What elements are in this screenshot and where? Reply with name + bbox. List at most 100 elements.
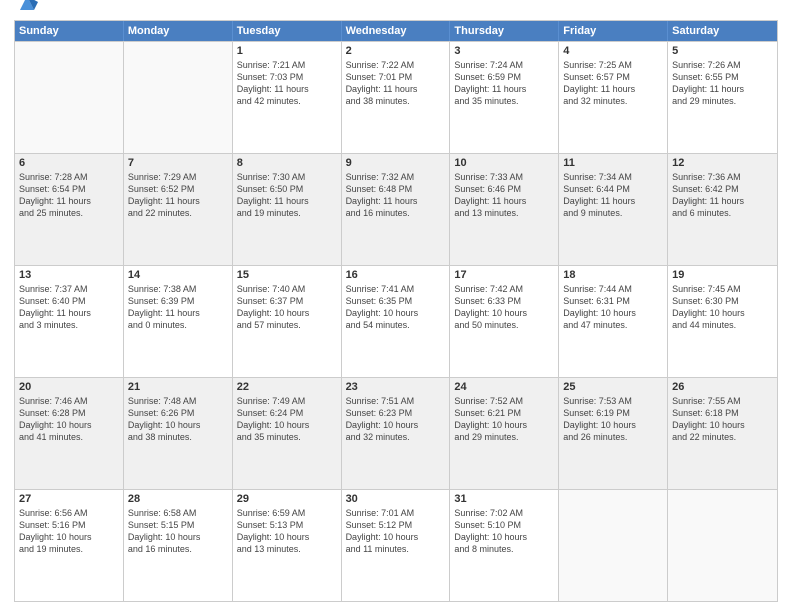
cell-info-line: Daylight: 11 hours (563, 195, 663, 207)
calendar-body: 1Sunrise: 7:21 AMSunset: 7:03 PMDaylight… (15, 41, 777, 601)
cell-info-line: and 9 minutes. (563, 207, 663, 219)
cell-info-line: Sunset: 6:21 PM (454, 407, 554, 419)
header (14, 10, 778, 14)
cell-info-line: and 38 minutes. (346, 95, 446, 107)
day-number: 15 (237, 269, 337, 281)
day-number: 12 (672, 157, 773, 169)
cell-info-line: Sunset: 6:24 PM (237, 407, 337, 419)
cell-info-line: and 47 minutes. (563, 319, 663, 331)
cell-info-line: Daylight: 11 hours (19, 195, 119, 207)
cell-info-line: Sunset: 6:48 PM (346, 183, 446, 195)
cell-info-line: Sunset: 6:39 PM (128, 295, 228, 307)
day-number: 21 (128, 381, 228, 393)
cell-info-line: and 29 minutes. (454, 431, 554, 443)
cell-info-line: Daylight: 10 hours (454, 531, 554, 543)
cell-info-line: Sunrise: 7:42 AM (454, 283, 554, 295)
day-number: 9 (346, 157, 446, 169)
cell-info-line: and 35 minutes. (237, 431, 337, 443)
cell-info-line: Daylight: 10 hours (237, 531, 337, 543)
cell-info-line: Sunrise: 7:49 AM (237, 395, 337, 407)
cell-info-line: and 13 minutes. (237, 543, 337, 555)
cell-info-line: Daylight: 10 hours (563, 307, 663, 319)
cell-info-line: Daylight: 11 hours (346, 83, 446, 95)
cell-info-line: Daylight: 11 hours (454, 83, 554, 95)
cell-info-line: Daylight: 10 hours (346, 419, 446, 431)
cell-info-line: Sunset: 6:57 PM (563, 71, 663, 83)
cell-info-line: Sunrise: 7:41 AM (346, 283, 446, 295)
cell-info-line: Sunrise: 6:56 AM (19, 507, 119, 519)
calendar-day-15: 15Sunrise: 7:40 AMSunset: 6:37 PMDayligh… (233, 266, 342, 377)
cell-info-line: Sunrise: 7:29 AM (128, 171, 228, 183)
day-number: 1 (237, 45, 337, 57)
calendar-day-24: 24Sunrise: 7:52 AMSunset: 6:21 PMDayligh… (450, 378, 559, 489)
cell-info-line: Sunrise: 7:53 AM (563, 395, 663, 407)
cell-info-line: and 54 minutes. (346, 319, 446, 331)
cell-info-line: and 44 minutes. (672, 319, 773, 331)
cell-info-line: and 19 minutes. (237, 207, 337, 219)
cell-info-line: and 22 minutes. (128, 207, 228, 219)
cell-info-line: and 32 minutes. (563, 95, 663, 107)
calendar-day-9: 9Sunrise: 7:32 AMSunset: 6:48 PMDaylight… (342, 154, 451, 265)
cell-info-line: Daylight: 10 hours (19, 419, 119, 431)
cell-info-line: Sunset: 6:46 PM (454, 183, 554, 195)
cell-info-line: Sunrise: 7:28 AM (19, 171, 119, 183)
calendar-day-11: 11Sunrise: 7:34 AMSunset: 6:44 PMDayligh… (559, 154, 668, 265)
logo-icon (16, 0, 38, 14)
calendar-day-3: 3Sunrise: 7:24 AMSunset: 6:59 PMDaylight… (450, 42, 559, 153)
cell-info-line: Sunset: 6:35 PM (346, 295, 446, 307)
cell-info-line: Sunset: 7:01 PM (346, 71, 446, 83)
calendar-day-23: 23Sunrise: 7:51 AMSunset: 6:23 PMDayligh… (342, 378, 451, 489)
calendar-day-5: 5Sunrise: 7:26 AMSunset: 6:55 PMDaylight… (668, 42, 777, 153)
cell-info-line: and 11 minutes. (346, 543, 446, 555)
cell-info-line: and 38 minutes. (128, 431, 228, 443)
cell-info-line: Sunset: 5:16 PM (19, 519, 119, 531)
cell-info-line: Daylight: 11 hours (237, 195, 337, 207)
cell-info-line: Sunrise: 7:45 AM (672, 283, 773, 295)
weekday-header-tuesday: Tuesday (233, 21, 342, 41)
cell-info-line: and 32 minutes. (346, 431, 446, 443)
cell-info-line: Sunrise: 7:38 AM (128, 283, 228, 295)
cell-info-line: Daylight: 10 hours (128, 419, 228, 431)
weekday-header-wednesday: Wednesday (342, 21, 451, 41)
calendar-day-26: 26Sunrise: 7:55 AMSunset: 6:18 PMDayligh… (668, 378, 777, 489)
cell-info-line: Daylight: 11 hours (346, 195, 446, 207)
cell-info-line: Sunset: 5:12 PM (346, 519, 446, 531)
day-number: 17 (454, 269, 554, 281)
weekday-header-saturday: Saturday (668, 21, 777, 41)
cell-info-line: and 25 minutes. (19, 207, 119, 219)
calendar-day-13: 13Sunrise: 7:37 AMSunset: 6:40 PMDayligh… (15, 266, 124, 377)
cell-info-line: Sunrise: 6:58 AM (128, 507, 228, 519)
page: SundayMondayTuesdayWednesdayThursdayFrid… (0, 0, 792, 612)
cell-info-line: Daylight: 10 hours (672, 419, 773, 431)
cell-info-line: Sunrise: 7:02 AM (454, 507, 554, 519)
cell-info-line: Sunset: 6:33 PM (454, 295, 554, 307)
cell-info-line: Sunrise: 7:34 AM (563, 171, 663, 183)
cell-info-line: and 16 minutes. (128, 543, 228, 555)
calendar-day-20: 20Sunrise: 7:46 AMSunset: 6:28 PMDayligh… (15, 378, 124, 489)
cell-info-line: Daylight: 10 hours (237, 307, 337, 319)
day-number: 18 (563, 269, 663, 281)
calendar-empty-cell (668, 490, 777, 601)
calendar-empty-cell (124, 42, 233, 153)
cell-info-line: Daylight: 11 hours (237, 83, 337, 95)
cell-info-line: Sunset: 7:03 PM (237, 71, 337, 83)
cell-info-line: Daylight: 11 hours (19, 307, 119, 319)
cell-info-line: Sunset: 6:30 PM (672, 295, 773, 307)
calendar-day-18: 18Sunrise: 7:44 AMSunset: 6:31 PMDayligh… (559, 266, 668, 377)
calendar-day-21: 21Sunrise: 7:48 AMSunset: 6:26 PMDayligh… (124, 378, 233, 489)
cell-info-line: Sunrise: 7:01 AM (346, 507, 446, 519)
cell-info-line: and 22 minutes. (672, 431, 773, 443)
calendar-day-1: 1Sunrise: 7:21 AMSunset: 7:03 PMDaylight… (233, 42, 342, 153)
calendar-header: SundayMondayTuesdayWednesdayThursdayFrid… (15, 21, 777, 41)
cell-info-line: Sunrise: 6:59 AM (237, 507, 337, 519)
cell-info-line: Sunrise: 7:46 AM (19, 395, 119, 407)
cell-info-line: Sunset: 6:28 PM (19, 407, 119, 419)
calendar-day-30: 30Sunrise: 7:01 AMSunset: 5:12 PMDayligh… (342, 490, 451, 601)
cell-info-line: and 26 minutes. (563, 431, 663, 443)
cell-info-line: Sunset: 6:54 PM (19, 183, 119, 195)
calendar: SundayMondayTuesdayWednesdayThursdayFrid… (14, 20, 778, 602)
cell-info-line: Daylight: 11 hours (454, 195, 554, 207)
day-number: 23 (346, 381, 446, 393)
cell-info-line: Sunrise: 7:55 AM (672, 395, 773, 407)
day-number: 10 (454, 157, 554, 169)
